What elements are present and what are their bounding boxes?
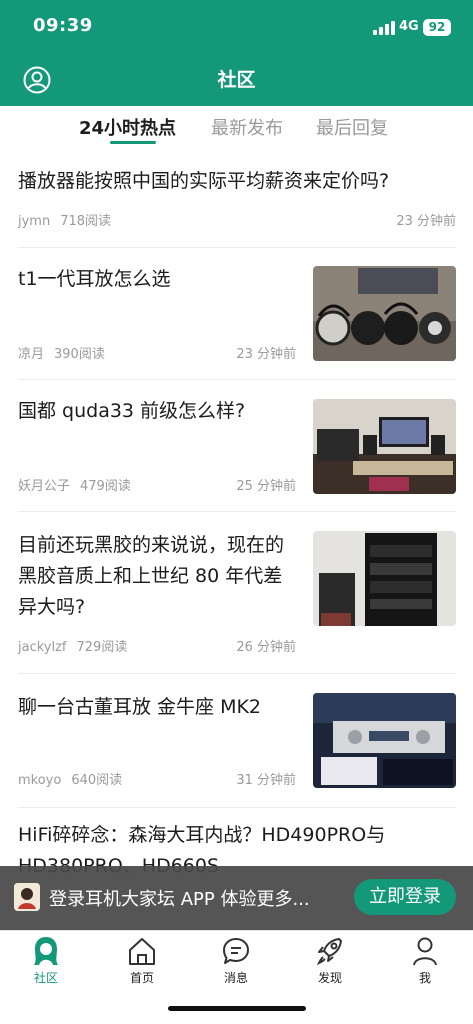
post-item[interactable]: 目前还玩黑胶的来说说，现在的黑胶音质上和上世纪 80 年代差异大吗? jacky… — [18, 512, 456, 674]
message-icon — [221, 935, 251, 967]
tabbar-item-messages[interactable]: 消息 — [196, 931, 276, 993]
active-tab-indicator — [110, 141, 156, 144]
post-item[interactable]: 国都 quda33 前级怎么样? 妖月公子 479阅读 25 分钟前 — [18, 380, 456, 512]
post-author[interactable]: jymn — [18, 214, 50, 229]
home-indicator — [168, 1006, 306, 1011]
post-thumbnail-headphones[interactable] — [313, 266, 456, 361]
post-reads: 729阅读 — [76, 640, 128, 655]
post-reads: 718阅读 — [60, 214, 112, 229]
post-meta: 凉月 390阅读 — [18, 343, 105, 362]
post-title[interactable]: 播放器能按照中国的实际平均薪资来定价吗? — [18, 166, 456, 197]
signal-icon — [373, 21, 395, 35]
tabbar-label: 首页 — [129, 971, 154, 985]
battery-icon: 92 — [423, 19, 451, 36]
community-icon — [31, 935, 61, 967]
post-title[interactable]: 国都 quda33 前级怎么样? — [18, 396, 298, 427]
post-author[interactable]: mkoyo — [18, 773, 61, 788]
post-item[interactable]: 聊一台古董耳放 金牛座 MK2 mkoyo 640阅读 31 分钟前 — [18, 674, 456, 808]
login-banner: 登录耳机大家坛 APP 体验更多... 立即登录 — [0, 866, 473, 930]
post-title[interactable]: 聊一台古董耳放 金牛座 MK2 — [18, 692, 298, 723]
tab-latest[interactable]: 最新发布 — [211, 114, 283, 140]
status-time: 09:39 — [33, 15, 93, 36]
post-time: 23 分钟前 — [396, 214, 456, 229]
login-button[interactable]: 立即登录 — [354, 879, 456, 915]
network-type: 4G — [399, 19, 419, 34]
post-item[interactable]: HiFi碎碎念：森海大耳内战？HD490PRO与HD380PRO、HD660S — [18, 808, 456, 877]
post-time: 26 分钟前 — [236, 640, 296, 655]
tabbar-label: 我 — [418, 971, 431, 985]
person-icon — [410, 935, 440, 967]
post-thumbnail-vinyl-rack[interactable] — [313, 531, 456, 626]
app-header: 09:39 4G 92 社区 — [0, 0, 473, 106]
tab-last-reply[interactable]: 最后回复 — [316, 114, 388, 140]
post-thumbnail-hifi-desk[interactable] — [313, 399, 456, 494]
post-author[interactable]: 妖月公子 — [18, 479, 70, 494]
post-title[interactable]: t1一代耳放怎么选 — [18, 264, 298, 295]
tabbar-label: 发现 — [317, 971, 342, 985]
banner-text: 登录耳机大家坛 APP 体验更多... — [49, 889, 310, 910]
post-author[interactable]: jackylzf — [18, 640, 67, 655]
home-icon — [127, 935, 157, 967]
page-title: 社区 — [217, 69, 256, 91]
app-logo-icon — [14, 883, 40, 911]
tabbar-item-home[interactable]: 首页 — [102, 931, 182, 993]
post-reads: 479阅读 — [80, 479, 131, 494]
tabbar-item-me[interactable]: 我 — [385, 931, 465, 993]
rocket-icon — [315, 935, 345, 967]
tabbar-label: 消息 — [223, 971, 248, 985]
post-meta: jymn 718阅读 — [18, 210, 111, 229]
post-time: 25 分钟前 — [236, 479, 296, 494]
feed-tabs: 24小时热点 最新发布 最后回复 — [0, 106, 473, 154]
post-time: 31 分钟前 — [236, 773, 296, 788]
post-meta: 妖月公子 479阅读 — [18, 475, 131, 494]
post-item[interactable]: t1一代耳放怎么选 凉月 390阅读 23 分钟前 — [18, 248, 456, 380]
post-time: 23 分钟前 — [236, 347, 296, 362]
post-title[interactable]: 目前还玩黑胶的来说说，现在的黑胶音质上和上世纪 80 年代差异大吗? — [18, 530, 298, 623]
post-reads: 390阅读 — [54, 347, 105, 362]
tab-24h-hot[interactable]: 24小时热点 — [79, 114, 176, 140]
post-author[interactable]: 凉月 — [18, 347, 44, 362]
post-item[interactable]: 播放器能按照中国的实际平均薪资来定价吗? jymn 718阅读 23 分钟前 — [18, 154, 456, 248]
post-thumbnail-amp[interactable] — [313, 693, 456, 788]
tabbar-item-community[interactable]: 社区 — [6, 931, 86, 993]
post-meta: jackylzf 729阅读 — [18, 636, 127, 655]
status-bar: 09:39 4G 92 — [0, 0, 473, 56]
tabbar-label: 社区 — [33, 971, 58, 985]
post-meta: mkoyo 640阅读 — [18, 769, 122, 788]
tabbar-item-discover[interactable]: 发现 — [290, 931, 370, 993]
post-reads: 640阅读 — [71, 773, 123, 788]
